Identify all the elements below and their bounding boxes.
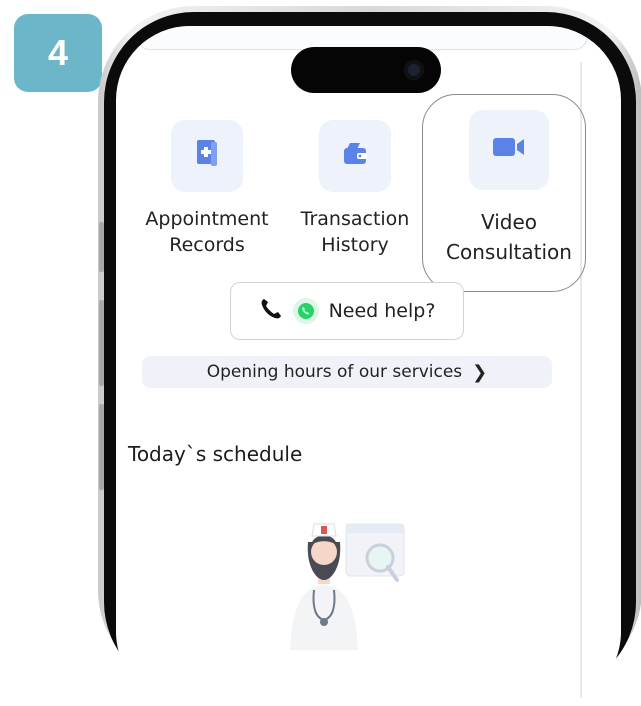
need-help-button[interactable]: Need help? xyxy=(230,282,464,340)
appointment-records-button[interactable]: Appointment Records xyxy=(142,120,272,258)
schedule-title: Today`s schedule xyxy=(128,442,303,466)
wallet-icon xyxy=(341,140,369,173)
transaction-history-tile xyxy=(319,120,391,192)
medical-record-icon xyxy=(194,138,220,175)
nurse-illustration xyxy=(284,510,424,650)
chevron-right-icon: ❯ xyxy=(472,361,488,383)
app-screen: Appointment Records Transaction History xyxy=(116,26,621,706)
phone-icon xyxy=(259,297,283,326)
opening-hours-link[interactable]: Opening hours of our services ❯ xyxy=(142,356,552,388)
video-consultation-highlight xyxy=(422,94,586,292)
dynamic-island xyxy=(291,47,441,93)
transaction-history-label-line1: Transaction xyxy=(300,208,410,230)
opening-hours-label: Opening hours of our services xyxy=(206,362,463,382)
step-number-badge: 4 xyxy=(14,14,102,92)
whatsapp-icon xyxy=(292,298,319,324)
front-camera xyxy=(404,60,424,80)
appointment-records-tile xyxy=(171,120,243,192)
appointment-records-label-line1: Appointment xyxy=(145,208,269,230)
transaction-history-label-line2: History xyxy=(321,234,389,256)
need-help-label: Need help? xyxy=(328,300,436,322)
appointment-records-label-line2: Records xyxy=(169,234,245,256)
transaction-history-button[interactable]: Transaction History xyxy=(294,120,416,258)
